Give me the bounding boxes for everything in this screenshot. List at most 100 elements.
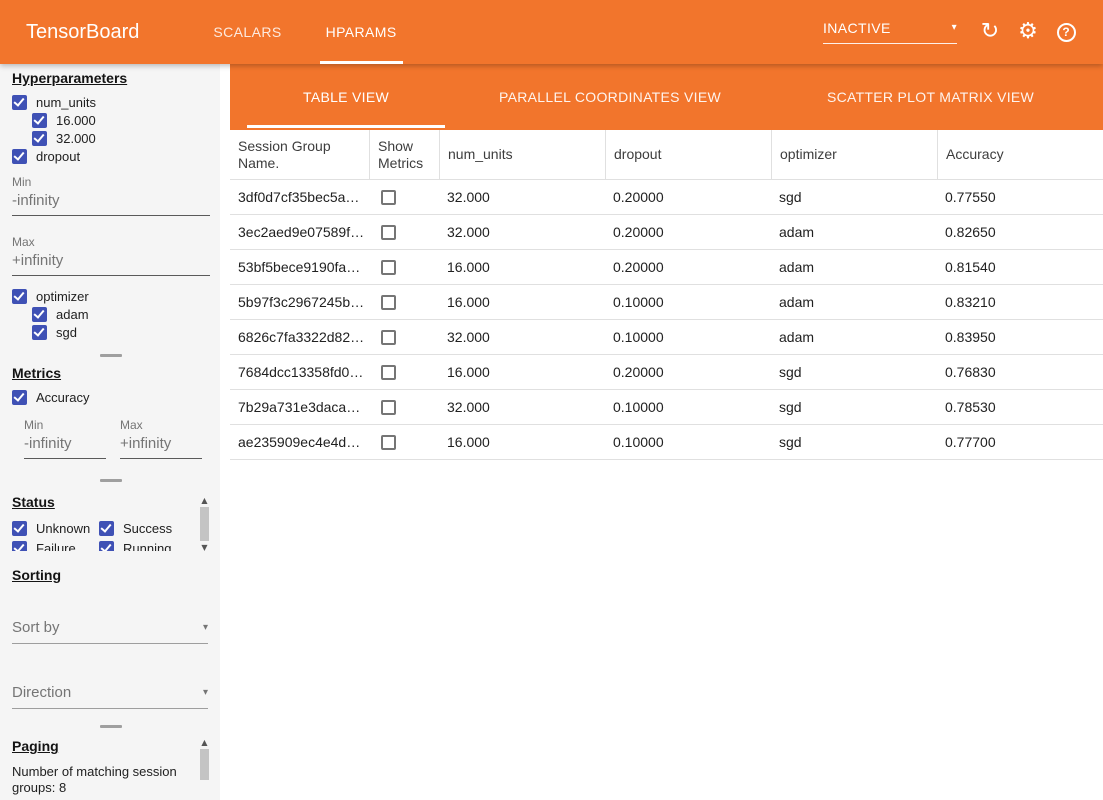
table-row: 3df0d7cf35bec5a… 32.000 0.20000 sgd 0.77…	[230, 180, 1103, 215]
chevron-down-icon: ▾	[203, 688, 208, 698]
accuracy-max-input[interactable]	[120, 431, 202, 459]
sorting-pane: Sorting Sort by ▾ Direction ▾	[0, 561, 220, 728]
cell-optimizer: sgd	[771, 390, 937, 424]
app-title: TensorBoard	[26, 21, 139, 44]
accuracy-min-input[interactable]	[24, 431, 106, 459]
cell-num-units: 16.000	[439, 285, 605, 319]
dropout-checkbox[interactable]	[12, 149, 27, 164]
tab-scalars[interactable]: SCALARS	[191, 0, 303, 64]
tab-hparams[interactable]: HPARAMS	[304, 0, 419, 64]
chevron-down-icon: ▾	[203, 623, 208, 633]
refresh-button[interactable]: ↻	[971, 13, 1009, 51]
session-group-name: 3df0d7cf35bec5a…	[230, 180, 369, 214]
table-row: 6826c7fa3322d82… 32.000 0.10000 adam 0.8…	[230, 320, 1103, 355]
status-running-row[interactable]: Running	[99, 540, 192, 551]
column-header-optimizer: optimizer	[771, 130, 937, 179]
reload-mode-value: INACTIVE	[823, 20, 891, 36]
optimizer-value-row[interactable]: adam	[32, 306, 210, 322]
status-success-label: Success	[123, 521, 172, 536]
status-unknown-checkbox[interactable]	[12, 521, 27, 536]
show-metrics-checkbox[interactable]	[381, 435, 396, 450]
scrollbar-track[interactable]	[199, 505, 210, 543]
sort-by-dropdown[interactable]: Sort by ▾	[12, 619, 208, 644]
show-metrics-checkbox[interactable]	[381, 260, 396, 275]
column-header-dropout: dropout	[605, 130, 771, 179]
metric-accuracy-row[interactable]: Accuracy	[12, 389, 210, 405]
plugin-tabs: SCALARS HPARAMS	[191, 0, 418, 64]
help-button[interactable]: ?	[1047, 13, 1085, 51]
num-units-value-row[interactable]: 16.000	[32, 112, 210, 128]
status-success-checkbox[interactable]	[99, 521, 114, 536]
num-units-32-checkbox[interactable]	[32, 131, 47, 146]
scroll-up-icon[interactable]: ▲	[201, 496, 207, 505]
show-metrics-checkbox[interactable]	[381, 225, 396, 240]
cell-optimizer: sgd	[771, 355, 937, 389]
hyperparameters-heading: Hyperparameters	[12, 70, 210, 86]
status-scrollbar[interactable]: ▲ ▼	[199, 496, 210, 552]
show-metrics-checkbox[interactable]	[381, 190, 396, 205]
header-actions: INACTIVE ▾ ↻ ⚙ ?	[823, 13, 1085, 51]
tab-table-view[interactable]: TABLE VIEW	[230, 64, 462, 130]
paging-heading: Paging	[12, 738, 210, 754]
accuracy-checkbox[interactable]	[12, 390, 27, 405]
cell-optimizer: sgd	[771, 180, 937, 214]
num-units-value-row[interactable]: 32.000	[32, 130, 210, 146]
optimizer-adam-checkbox[interactable]	[32, 307, 47, 322]
cell-dropout: 0.10000	[605, 390, 771, 424]
paging-scrollbar[interactable]: ▲	[199, 738, 210, 782]
cell-accuracy: 0.77700	[937, 425, 1103, 459]
hparam-dropout-row[interactable]: dropout	[12, 148, 210, 164]
scrollbar-thumb[interactable]	[200, 749, 209, 780]
cell-num-units: 32.000	[439, 180, 605, 214]
status-options: Unknown Success Failure Running	[12, 518, 210, 551]
hparam-optimizer-row[interactable]: optimizer	[12, 288, 210, 304]
cell-optimizer: sgd	[771, 425, 937, 459]
column-header-session-group-name: Session Group Name.	[230, 130, 369, 179]
accuracy-min-label: Min	[24, 419, 106, 431]
num-units-16-checkbox[interactable]	[32, 113, 47, 128]
scrollbar-track[interactable]	[199, 747, 210, 782]
show-metrics-checkbox[interactable]	[381, 365, 396, 380]
pane-resize-handle[interactable]	[100, 354, 122, 357]
reload-mode-dropdown[interactable]: INACTIVE ▾	[823, 20, 957, 44]
dropout-max-input[interactable]	[12, 248, 210, 276]
settings-button[interactable]: ⚙	[1009, 13, 1047, 51]
cell-accuracy: 0.83210	[937, 285, 1103, 319]
dropout-min-input[interactable]	[12, 188, 210, 216]
sidebar: Hyperparameters num_units 16.000 32.000 …	[0, 64, 220, 800]
show-metrics-checkbox[interactable]	[381, 330, 396, 345]
hparam-num-units-row[interactable]: num_units	[12, 94, 210, 110]
status-running-checkbox[interactable]	[99, 541, 114, 552]
tab-parallel-coordinates-view[interactable]: PARALLEL COORDINATES VIEW	[462, 64, 758, 130]
cell-accuracy: 0.81540	[937, 250, 1103, 284]
session-group-name: 3ec2aed9e07589f…	[230, 215, 369, 249]
table-row: 3ec2aed9e07589f… 32.000 0.20000 adam 0.8…	[230, 215, 1103, 250]
cell-num-units: 16.000	[439, 425, 605, 459]
app-header: TensorBoard SCALARS HPARAMS INACTIVE ▾ ↻…	[0, 0, 1103, 64]
metrics-pane: Metrics Accuracy Min Max	[0, 359, 220, 482]
session-group-name: 7b29a731e3daca…	[230, 390, 369, 424]
show-metrics-checkbox[interactable]	[381, 295, 396, 310]
status-failure-row[interactable]: Failure	[12, 540, 99, 551]
show-metrics-checkbox[interactable]	[381, 400, 396, 415]
status-failure-checkbox[interactable]	[12, 541, 27, 552]
status-unknown-row[interactable]: Unknown	[12, 520, 99, 536]
scrollbar-thumb[interactable]	[200, 507, 209, 541]
cell-accuracy: 0.77550	[937, 180, 1103, 214]
accuracy-minmax: Min Max	[24, 419, 210, 459]
optimizer-value-row[interactable]: sgd	[32, 324, 210, 340]
tab-scatter-plot-matrix-view[interactable]: SCATTER PLOT MATRIX VIEW	[758, 64, 1103, 130]
direction-dropdown[interactable]: Direction ▾	[12, 684, 208, 709]
scroll-up-icon[interactable]: ▲	[201, 738, 207, 747]
optimizer-checkbox[interactable]	[12, 289, 27, 304]
optimizer-adam-label: adam	[56, 307, 89, 322]
table-row: 53bf5bece9190fa… 16.000 0.20000 adam 0.8…	[230, 250, 1103, 285]
optimizer-sgd-checkbox[interactable]	[32, 325, 47, 340]
status-success-row[interactable]: Success	[99, 520, 192, 536]
pane-resize-handle[interactable]	[100, 479, 122, 482]
dropout-min-label: Min	[12, 176, 210, 188]
scroll-down-icon[interactable]: ▼	[201, 543, 207, 552]
cell-dropout: 0.20000	[605, 180, 771, 214]
num-units-checkbox[interactable]	[12, 95, 27, 110]
pane-resize-handle[interactable]	[100, 725, 122, 728]
